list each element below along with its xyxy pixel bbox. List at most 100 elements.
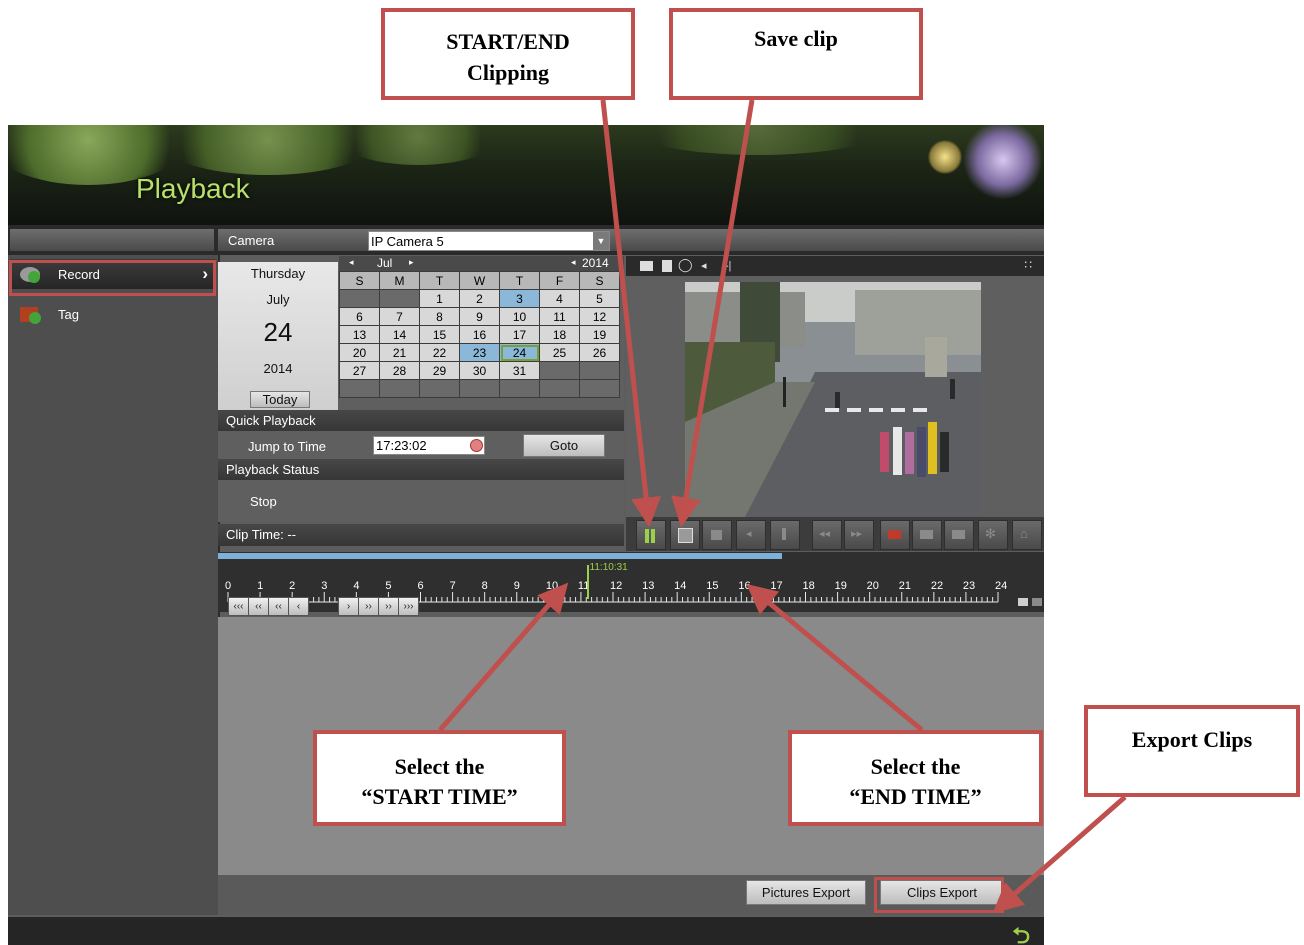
calendar-day[interactable]: 1 [419, 289, 460, 308]
timeline-cursor[interactable] [586, 565, 589, 599]
snapshot-icon[interactable] [662, 260, 672, 272]
calendar-day[interactable]: 13 [339, 325, 380, 344]
zoom-out-button[interactable] [1018, 598, 1028, 606]
calendar-empty-cell [379, 379, 420, 398]
calendar-day[interactable]: 9 [459, 307, 500, 326]
fast-forward-button[interactable]: ▸▸ [844, 520, 874, 550]
calendar-day[interactable]: 5 [579, 289, 620, 308]
prev-year-icon[interactable]: ◂ [571, 257, 576, 268]
custom-tag-button[interactable] [912, 520, 942, 550]
audio-icon[interactable]: ◂ [701, 259, 707, 272]
lock-button[interactable] [702, 520, 732, 550]
calendar-day[interactable]: 8 [419, 307, 460, 326]
pause-button[interactable] [770, 520, 800, 550]
calendar-day[interactable]: 14 [379, 325, 420, 344]
clip-time-label: Clip Time: -- [226, 527, 297, 542]
camera-video-frame[interactable] [685, 282, 981, 517]
custom-tag-icon [920, 530, 933, 539]
prev-month-icon[interactable]: ◂ [349, 257, 354, 268]
chevron-down-icon[interactable]: ▼ [593, 232, 609, 250]
calendar-day[interactable]: 7 [379, 307, 420, 326]
reverse-icon: ◂ [746, 528, 752, 540]
zoom-in-button[interactable] [1032, 598, 1042, 606]
timeline-back-button[interactable]: ‹‹ [268, 597, 289, 616]
timeline-back-button[interactable]: ‹‹ [248, 597, 269, 616]
camera-select-value: IP Camera 5 [371, 234, 444, 249]
timeline-forward-button[interactable]: ›› [378, 597, 399, 616]
calendar-day[interactable]: 29 [419, 361, 460, 380]
calendar-day[interactable]: 12 [579, 307, 620, 326]
calendar-empty-cell [579, 379, 620, 398]
zoom-icon[interactable]: ◯ [678, 257, 693, 273]
timeline-back-button[interactable]: ‹‹‹ [228, 597, 249, 616]
step-icon[interactable]: ▸| [723, 259, 731, 272]
calendar-day[interactable]: 15 [419, 325, 460, 344]
calendar-year: 2014 [582, 256, 609, 270]
fullscreen-icon[interactable] [640, 261, 653, 271]
calendar-day[interactable]: 22 [419, 343, 460, 362]
calendar-day[interactable]: 23 [459, 343, 500, 362]
sidebar-item-tag[interactable]: Tag [10, 299, 216, 329]
back-icon[interactable]: ⮌ [1012, 919, 1030, 945]
calendar-day[interactable]: 16 [459, 325, 500, 344]
calendar-day[interactable]: 2 [459, 289, 500, 308]
calendar-day[interactable]: 31 [499, 361, 540, 380]
today-button[interactable]: Today [250, 391, 310, 408]
calendar-day[interactable]: 24 [499, 343, 540, 362]
save-clip-button[interactable] [670, 520, 700, 550]
next-month-icon[interactable]: ▸ [409, 257, 414, 268]
record-highlight [9, 260, 216, 296]
calendar-empty-cell [499, 379, 540, 398]
timeline-hour-label: 4 [353, 580, 360, 592]
weekday-header: T [419, 271, 460, 290]
calendar-day[interactable]: 20 [339, 343, 380, 362]
quick-playback-header: Quick Playback [218, 410, 624, 431]
timeline-hour-label: 12 [610, 580, 623, 592]
calendar-day[interactable]: 3 [499, 289, 540, 308]
tag-add-icon [888, 530, 901, 539]
rewind-button[interactable]: ◂◂ [812, 520, 842, 550]
exit-icon: ⌂ [1020, 526, 1028, 541]
weekday-header: F [539, 271, 580, 290]
scissors-icon [645, 529, 649, 543]
settings-button[interactable]: ✻ [978, 520, 1008, 550]
calendar-day[interactable]: 21 [379, 343, 420, 362]
lock-icon [711, 530, 722, 540]
pictures-export-button[interactable]: Pictures Export [746, 880, 866, 905]
calendar-day[interactable]: 27 [339, 361, 380, 380]
calendar-empty-cell [539, 361, 580, 380]
exit-button[interactable]: ⌂ [1012, 520, 1042, 550]
calendar-day[interactable]: 4 [539, 289, 580, 308]
calendar-day[interactable]: 28 [379, 361, 420, 380]
calendar-day[interactable]: 26 [579, 343, 620, 362]
tag-add-button[interactable] [880, 520, 910, 550]
calendar-empty-cell [459, 379, 500, 398]
calendar-day[interactable]: 11 [539, 307, 580, 326]
selected-date-panel: Thursday July 24 2014 Today [218, 262, 338, 410]
calendar-day[interactable]: 19 [579, 325, 620, 344]
playback-status-header: Playback Status [218, 459, 624, 480]
split-screen-icon[interactable]: ∷ [1024, 258, 1032, 272]
camera-select[interactable]: IP Camera 5 ▼ [368, 231, 610, 251]
pause-icon [782, 528, 786, 540]
calendar-day[interactable]: 25 [539, 343, 580, 362]
timeline-forward-button[interactable]: ›› [358, 597, 379, 616]
goto-button[interactable]: Goto [523, 434, 605, 457]
clock-icon[interactable] [470, 439, 483, 452]
clip-start-end-button[interactable] [636, 520, 666, 550]
calendar-day[interactable]: 17 [499, 325, 540, 344]
timeline-forward-button[interactable]: › [338, 597, 359, 616]
timeline-cursor-time: 11:10:31 [589, 562, 628, 573]
calendar-day[interactable]: 6 [339, 307, 380, 326]
timeline-hour-label: 14 [674, 580, 687, 592]
calendar-day[interactable]: 10 [499, 307, 540, 326]
reverse-button[interactable]: ◂ [736, 520, 766, 550]
tag-manage-button[interactable] [944, 520, 974, 550]
calendar-empty-cell [579, 361, 620, 380]
header-banner: Playback [8, 125, 1044, 225]
jump-time-input[interactable]: 17:23:02 [373, 436, 485, 455]
calendar-day[interactable]: 18 [539, 325, 580, 344]
timeline-back-button[interactable]: ‹ [288, 597, 309, 616]
timeline-forward-button[interactable]: ››› [398, 597, 419, 616]
calendar-day[interactable]: 30 [459, 361, 500, 380]
